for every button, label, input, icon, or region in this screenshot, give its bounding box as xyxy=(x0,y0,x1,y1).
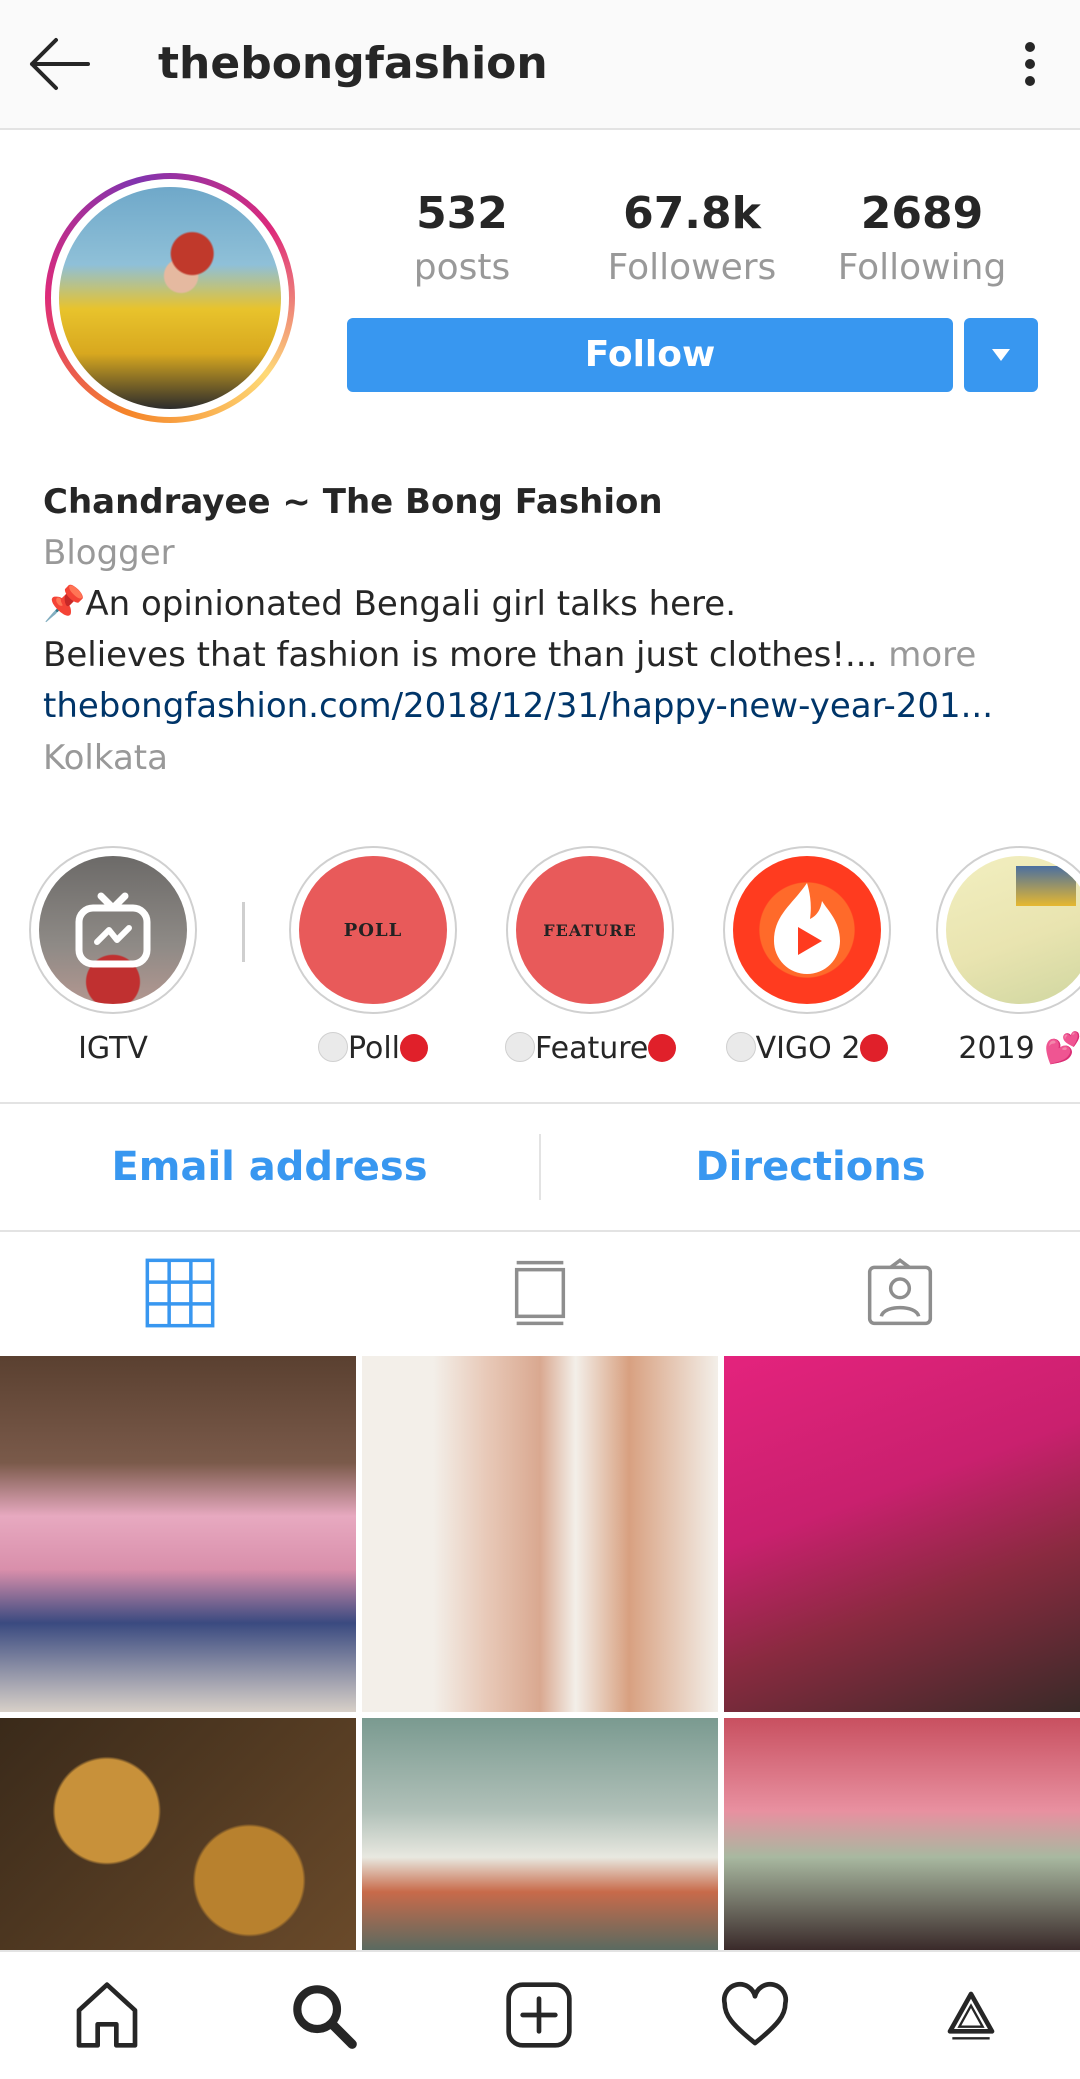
grid-post[interactable] xyxy=(724,1718,1080,1950)
back-arrow-icon[interactable] xyxy=(28,34,92,94)
profile-tabs xyxy=(0,1230,1080,1356)
igtv-icon xyxy=(75,892,151,968)
highlight-cover-text: POLL xyxy=(343,919,403,941)
following-count: 2689 xyxy=(860,188,984,239)
grid-icon xyxy=(145,1258,215,1328)
feed-view-icon xyxy=(514,1260,566,1326)
highlight-cover-text: FEATURE xyxy=(543,920,637,940)
profile-avatar-icon xyxy=(947,1991,995,2040)
tab-feed[interactable] xyxy=(505,1258,575,1328)
nav-search[interactable] xyxy=(288,1980,358,2050)
directions-button[interactable]: Directions xyxy=(541,1104,1080,1230)
stat-posts[interactable]: 532 posts xyxy=(362,186,562,294)
stat-following[interactable]: 2689 Following xyxy=(822,186,1022,294)
contact-bar: Email address Directions xyxy=(0,1102,1080,1232)
heart-icon xyxy=(721,1981,789,2046)
bio-line-2: Believes that fashion is more than just … xyxy=(43,630,1043,681)
red-circle-icon xyxy=(648,1034,677,1062)
email-address-button[interactable]: Email address xyxy=(0,1104,539,1230)
nav-activity[interactable] xyxy=(720,1980,790,2050)
profile-full-name: Chandrayee ~ The Bong Fashion xyxy=(43,482,663,522)
grid-post[interactable] xyxy=(362,1718,718,1950)
vigo-play-icon xyxy=(774,883,840,974)
highlight-label: IGTV xyxy=(78,1031,148,1066)
grid-post[interactable] xyxy=(362,1356,718,1712)
white-circle-icon xyxy=(505,1032,535,1062)
followers-label: Followers xyxy=(607,247,777,288)
highlight-label: Poll xyxy=(347,1031,401,1066)
nav-home[interactable] xyxy=(72,1980,142,2050)
profile-username: thebongfashion xyxy=(158,38,548,89)
bottom-nav xyxy=(0,1950,1080,2079)
following-label: Following xyxy=(837,247,1007,288)
nav-new-post[interactable] xyxy=(504,1980,574,2050)
highlight-label: 2019 💕 xyxy=(958,1031,1080,1066)
highlights-divider xyxy=(242,902,245,962)
followers-count: 67.8k xyxy=(623,188,761,239)
location-text: Kolkata xyxy=(43,738,168,778)
top-bar: thebongfashion xyxy=(0,0,1080,130)
grid-post[interactable] xyxy=(0,1718,356,1950)
home-icon xyxy=(76,1982,138,2048)
bio-line-1: 📌An opinionated Bengali girl talks here. xyxy=(43,584,737,624)
posts-count: 532 xyxy=(416,188,508,239)
bio-more-link[interactable]: more xyxy=(888,635,976,675)
tagged-person-icon xyxy=(867,1258,933,1326)
stat-followers[interactable]: 67.8k Followers xyxy=(592,186,792,294)
red-circle-icon xyxy=(400,1034,429,1062)
highlight-poll[interactable]: POLL Poll xyxy=(288,846,458,1070)
more-options-icon[interactable] xyxy=(1010,34,1052,94)
highlight-2019[interactable]: 2019 💕 xyxy=(935,846,1080,1070)
grid-post[interactable] xyxy=(724,1356,1080,1712)
white-circle-icon xyxy=(317,1032,348,1062)
highlight-igtv[interactable]: IGTV xyxy=(28,846,198,1070)
avatar-story-ring[interactable] xyxy=(45,173,295,423)
highlight-label: VIGO 2 xyxy=(755,1031,861,1066)
nav-profile[interactable] xyxy=(936,1980,1006,2050)
grid-post[interactable] xyxy=(0,1356,356,1712)
suggestions-dropdown-button[interactable] xyxy=(964,318,1038,392)
chevron-down-icon xyxy=(992,349,1010,361)
add-post-icon xyxy=(506,1982,572,2048)
highlight-label: Feature xyxy=(535,1031,649,1066)
search-icon xyxy=(293,1985,357,2049)
bio-text: Believes that fashion is more than just … xyxy=(43,635,878,675)
profile-category: Blogger xyxy=(43,533,175,573)
red-circle-icon xyxy=(860,1034,889,1062)
posts-label: posts xyxy=(413,247,511,288)
highlight-vigo[interactable]: VIGO 2 xyxy=(722,846,892,1070)
white-circle-icon xyxy=(725,1032,756,1062)
tab-tagged[interactable] xyxy=(865,1258,935,1328)
tab-grid[interactable] xyxy=(145,1258,215,1328)
follow-button[interactable]: Follow xyxy=(347,318,953,392)
website-link[interactable]: thebongfashion.com/2018/12/31/happy-new-… xyxy=(43,681,1043,732)
highlight-feature[interactable]: FEATURE Feature xyxy=(505,846,677,1070)
avatar xyxy=(59,187,281,409)
